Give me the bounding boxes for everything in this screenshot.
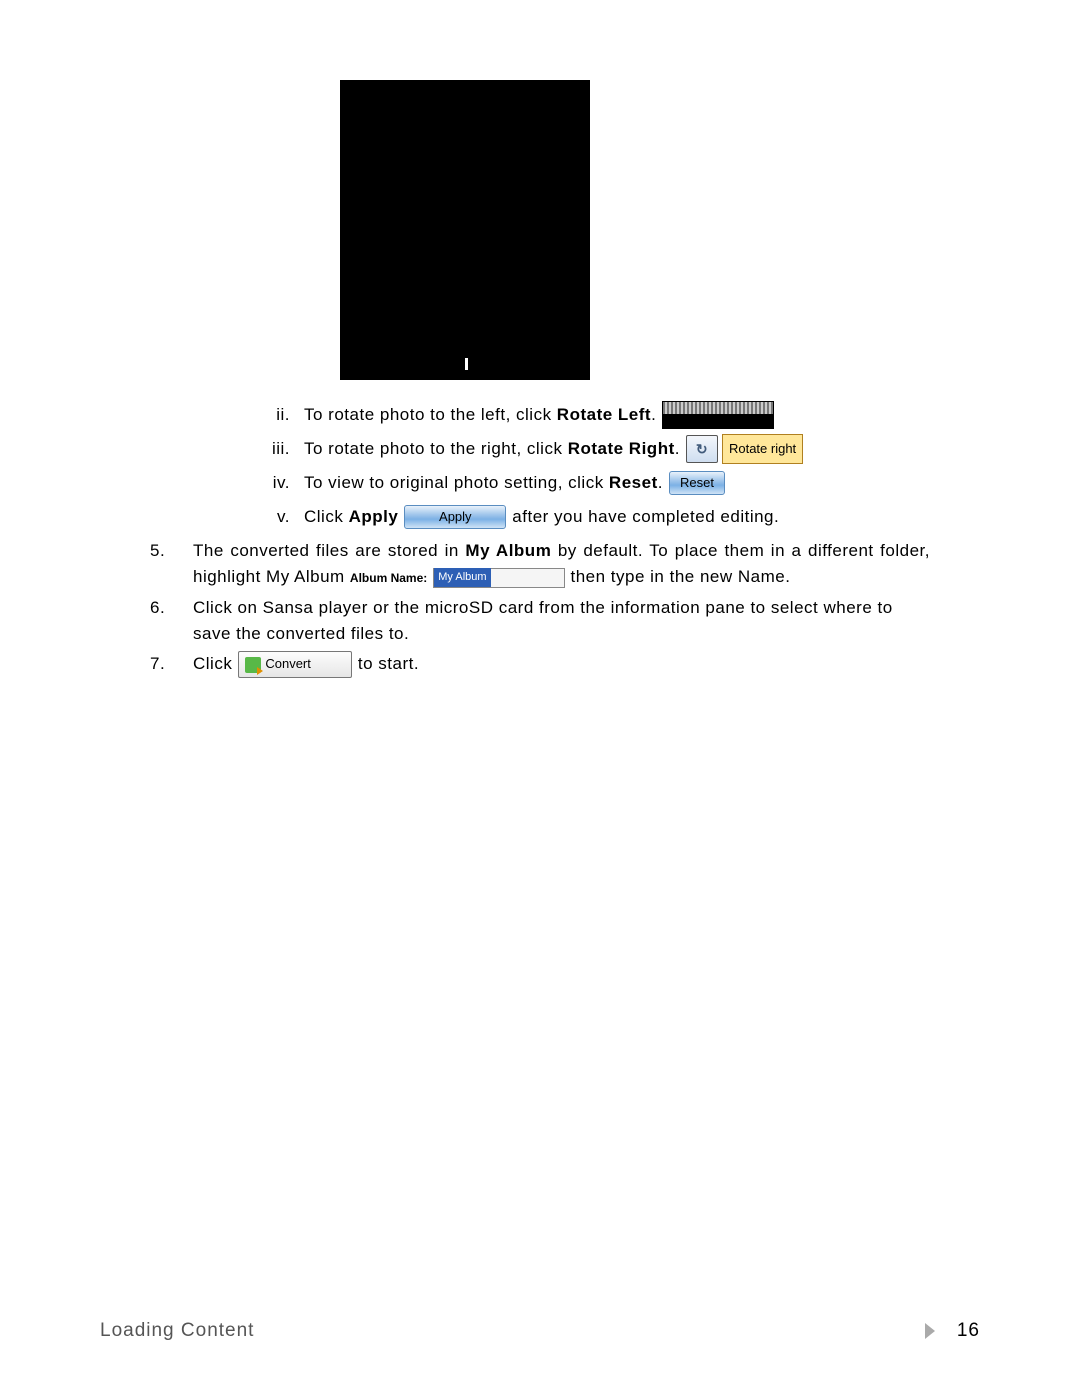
text: To rotate photo to the left, click Rotat… — [304, 398, 656, 432]
reset-button[interactable]: Reset — [669, 471, 725, 495]
marker: v. — [150, 500, 298, 534]
text-pre: Click Apply — [304, 500, 398, 534]
rotate-right-label: Rotate right — [722, 434, 803, 464]
convert-icon — [245, 657, 261, 673]
text: To view to original photo setting, click… — [304, 466, 663, 500]
step-iv: iv. To view to original photo setting, c… — [150, 466, 930, 500]
step-7: 7. Click Convert to start. — [150, 651, 930, 677]
triangle-icon — [925, 1323, 935, 1339]
rotate-left-icon — [662, 401, 774, 429]
marker: iv. — [150, 466, 298, 500]
step-6: 6. Click on Sansa player or the microSD … — [150, 595, 930, 648]
album-name-field[interactable]: Album Name: My Album — [350, 568, 565, 588]
text-pre: Click — [193, 651, 232, 677]
rotate-right-icon: ↻ — [686, 435, 718, 463]
marker: ii. — [150, 398, 298, 432]
footer-page: 16 — [925, 1320, 980, 1342]
text: The converted files are stored in My Alb… — [193, 538, 930, 591]
footer-section-title: Loading Content — [100, 1320, 254, 1342]
text-post: after you have completed editing. — [512, 500, 779, 534]
convert-button[interactable]: Convert — [238, 651, 352, 677]
text-post: to start. — [358, 651, 419, 677]
step-v: v. Click Apply Apply after you have comp… — [150, 500, 930, 534]
marker: 5. — [150, 538, 193, 591]
step-ii: ii. To rotate photo to the left, click R… — [150, 398, 930, 432]
marker: iii. — [150, 432, 298, 466]
marker: 7. — [150, 651, 193, 677]
album-name-value[interactable]: My Album — [433, 568, 565, 588]
step-iii: iii. To rotate photo to the right, click… — [150, 432, 930, 466]
page-number: 16 — [957, 1320, 980, 1342]
rotate-right-button[interactable]: ↻ Rotate right — [686, 434, 803, 464]
photo-preview-placeholder — [340, 80, 590, 380]
text: To rotate photo to the right, click Rota… — [304, 432, 680, 466]
step-5: 5. The converted files are stored in My … — [150, 538, 930, 591]
convert-label: Convert — [265, 654, 311, 674]
text: Click on Sansa player or the microSD car… — [193, 595, 930, 648]
marker: 6. — [150, 595, 193, 648]
page-content: ii. To rotate photo to the left, click R… — [150, 80, 930, 678]
album-name-label: Album Name: — [350, 569, 427, 588]
apply-button[interactable]: Apply — [404, 505, 506, 529]
page-footer: Loading Content 16 — [100, 1320, 980, 1342]
